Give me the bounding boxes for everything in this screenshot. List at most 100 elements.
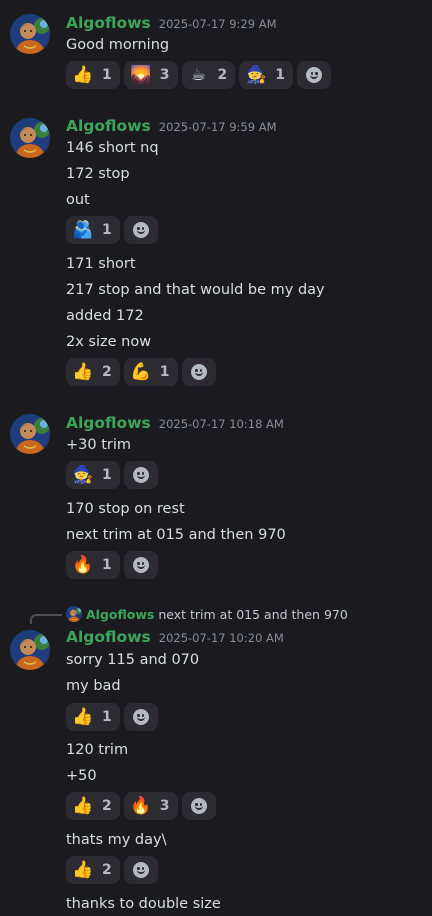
reaction-bar: 👍 1 🌄 3 ☕ 2 🧙 1 (66, 61, 331, 89)
timestamp: 2025-07-17 9:59 AM (158, 120, 277, 134)
message-text: next trim at 015 and then 970 (66, 527, 286, 543)
add-reaction-button[interactable] (181, 792, 216, 820)
reaction-count: 1 (102, 222, 112, 238)
message-text: 172 stop (66, 166, 130, 182)
timestamp: 2025-07-17 10:20 AM (158, 631, 284, 645)
username[interactable]: Algoflows (66, 14, 151, 32)
message-header: Algoflows 2025-07-17 9:29 AM (66, 14, 277, 34)
message-header: Algoflows 2025-07-17 10:20 AM (66, 628, 284, 648)
reaction-flexed-biceps[interactable]: 💪 1 (123, 358, 178, 386)
username[interactable]: Algoflows (66, 628, 151, 646)
add-reaction-button[interactable] (181, 358, 216, 386)
reaction-count: 2 (217, 67, 228, 83)
fire-icon: 🔥 (72, 554, 94, 575)
message-text: sorry 115 and 070 (66, 652, 200, 668)
reaction-count: 2 (102, 862, 112, 878)
reaction-thumbs-up[interactable]: 👍 1 (66, 61, 120, 89)
message-text: 2x size now (66, 334, 152, 350)
fire-icon: 🔥 (130, 795, 152, 816)
reaction-count: 1 (102, 557, 112, 573)
reaction-coffee[interactable]: ☕ 2 (181, 61, 236, 89)
thumbs-up-icon: 👍 (72, 706, 94, 727)
avatar[interactable] (10, 118, 50, 158)
reaction-thumbs-up[interactable]: 👍 2 (66, 792, 120, 820)
reaction-count: 2 (102, 364, 112, 380)
reaction-sunrise[interactable]: 🌄 3 (123, 61, 178, 89)
avatar[interactable] (10, 414, 50, 454)
wizard-icon: 🧙 (245, 64, 267, 85)
flexed-biceps-icon: 💪 (130, 361, 152, 382)
smile-icon (306, 67, 322, 83)
reaction-bar: 🫂 1 (66, 216, 158, 244)
reaction-count: 2 (102, 798, 112, 814)
hug-icon: 🫂 (72, 219, 94, 240)
reaction-bar: 🧙 1 (66, 461, 158, 489)
message-text: thats my day\ (66, 832, 167, 848)
message-text: +50 (66, 768, 97, 784)
message-text: +30 trim (66, 437, 132, 453)
reaction-thumbs-up[interactable]: 👍 2 (66, 358, 120, 386)
reply-avatar (66, 606, 82, 622)
reaction-fire[interactable]: 🔥 3 (123, 792, 178, 820)
smile-icon (132, 862, 149, 878)
reaction-thumbs-up[interactable]: 👍 1 (66, 703, 120, 731)
reaction-wizard[interactable]: 🧙 1 (239, 61, 293, 89)
reaction-bar: 👍 2 🔥 3 (66, 792, 216, 820)
coffee-icon: ☕ (190, 64, 207, 85)
message-text: 120 trim (66, 742, 129, 758)
timestamp: 2025-07-17 9:29 AM (158, 17, 277, 31)
reaction-count: 1 (102, 709, 112, 725)
reaction-count: 1 (102, 67, 112, 83)
reaction-count: 1 (159, 364, 170, 380)
reaction-bar: 👍 1 (66, 703, 158, 731)
timestamp: 2025-07-17 10:18 AM (158, 417, 284, 431)
add-reaction-button[interactable] (123, 703, 158, 731)
smile-icon (132, 709, 149, 725)
message-text: 171 short (66, 256, 136, 272)
username[interactable]: Algoflows (66, 414, 151, 432)
thumbs-up-icon: 👍 (72, 361, 94, 382)
reply-text[interactable]: next trim at 015 and then 970 (158, 607, 347, 622)
username[interactable]: Algoflows (66, 117, 151, 135)
reaction-count: 3 (159, 798, 170, 814)
message-text: thanks to double size (66, 896, 221, 912)
smile-icon (190, 364, 207, 380)
message-header: Algoflows 2025-07-17 10:18 AM (66, 414, 284, 434)
reaction-count: 1 (275, 67, 285, 83)
message-text: 170 stop on rest (66, 501, 185, 517)
avatar[interactable] (10, 14, 50, 54)
smile-icon (132, 222, 149, 238)
message-text: my bad (66, 678, 121, 694)
add-reaction-button[interactable] (297, 61, 331, 89)
reaction-count: 1 (102, 467, 112, 483)
reaction-bar: 👍 2 (66, 856, 158, 884)
thumbs-up-icon: 👍 (72, 64, 94, 85)
reaction-bar: 👍 2 💪 1 (66, 358, 216, 386)
reaction-bar: 🔥 1 (66, 551, 158, 579)
reply-connector (30, 614, 62, 624)
thumbs-up-icon: 👍 (72, 795, 94, 816)
smile-icon (132, 467, 149, 483)
avatar[interactable] (10, 630, 50, 670)
reaction-thumbs-up[interactable]: 👍 2 (66, 856, 120, 884)
add-reaction-button[interactable] (123, 216, 158, 244)
message-text: added 172 (66, 308, 144, 324)
add-reaction-button[interactable] (123, 856, 158, 884)
reaction-fire[interactable]: 🔥 1 (66, 551, 120, 579)
add-reaction-button[interactable] (123, 551, 158, 579)
message-text: out (66, 192, 90, 208)
reaction-wizard[interactable]: 🧙 1 (66, 461, 120, 489)
wizard-icon: 🧙 (72, 464, 94, 485)
smile-icon (132, 557, 149, 573)
sunrise-icon: 🌄 (130, 64, 152, 85)
thumbs-up-icon: 👍 (72, 859, 94, 880)
add-reaction-button[interactable] (123, 461, 158, 489)
message-text: 146 short nq (66, 140, 159, 156)
message-text: 217 stop and that would be my day (66, 282, 325, 298)
reply-preview[interactable]: Algoflows next trim at 015 and then 970 (66, 606, 348, 622)
reaction-hug[interactable]: 🫂 1 (66, 216, 120, 244)
smile-icon (190, 798, 207, 814)
message-text: Good morning (66, 37, 170, 53)
message-header: Algoflows 2025-07-17 9:59 AM (66, 117, 277, 137)
reply-username[interactable]: Algoflows (86, 607, 154, 622)
